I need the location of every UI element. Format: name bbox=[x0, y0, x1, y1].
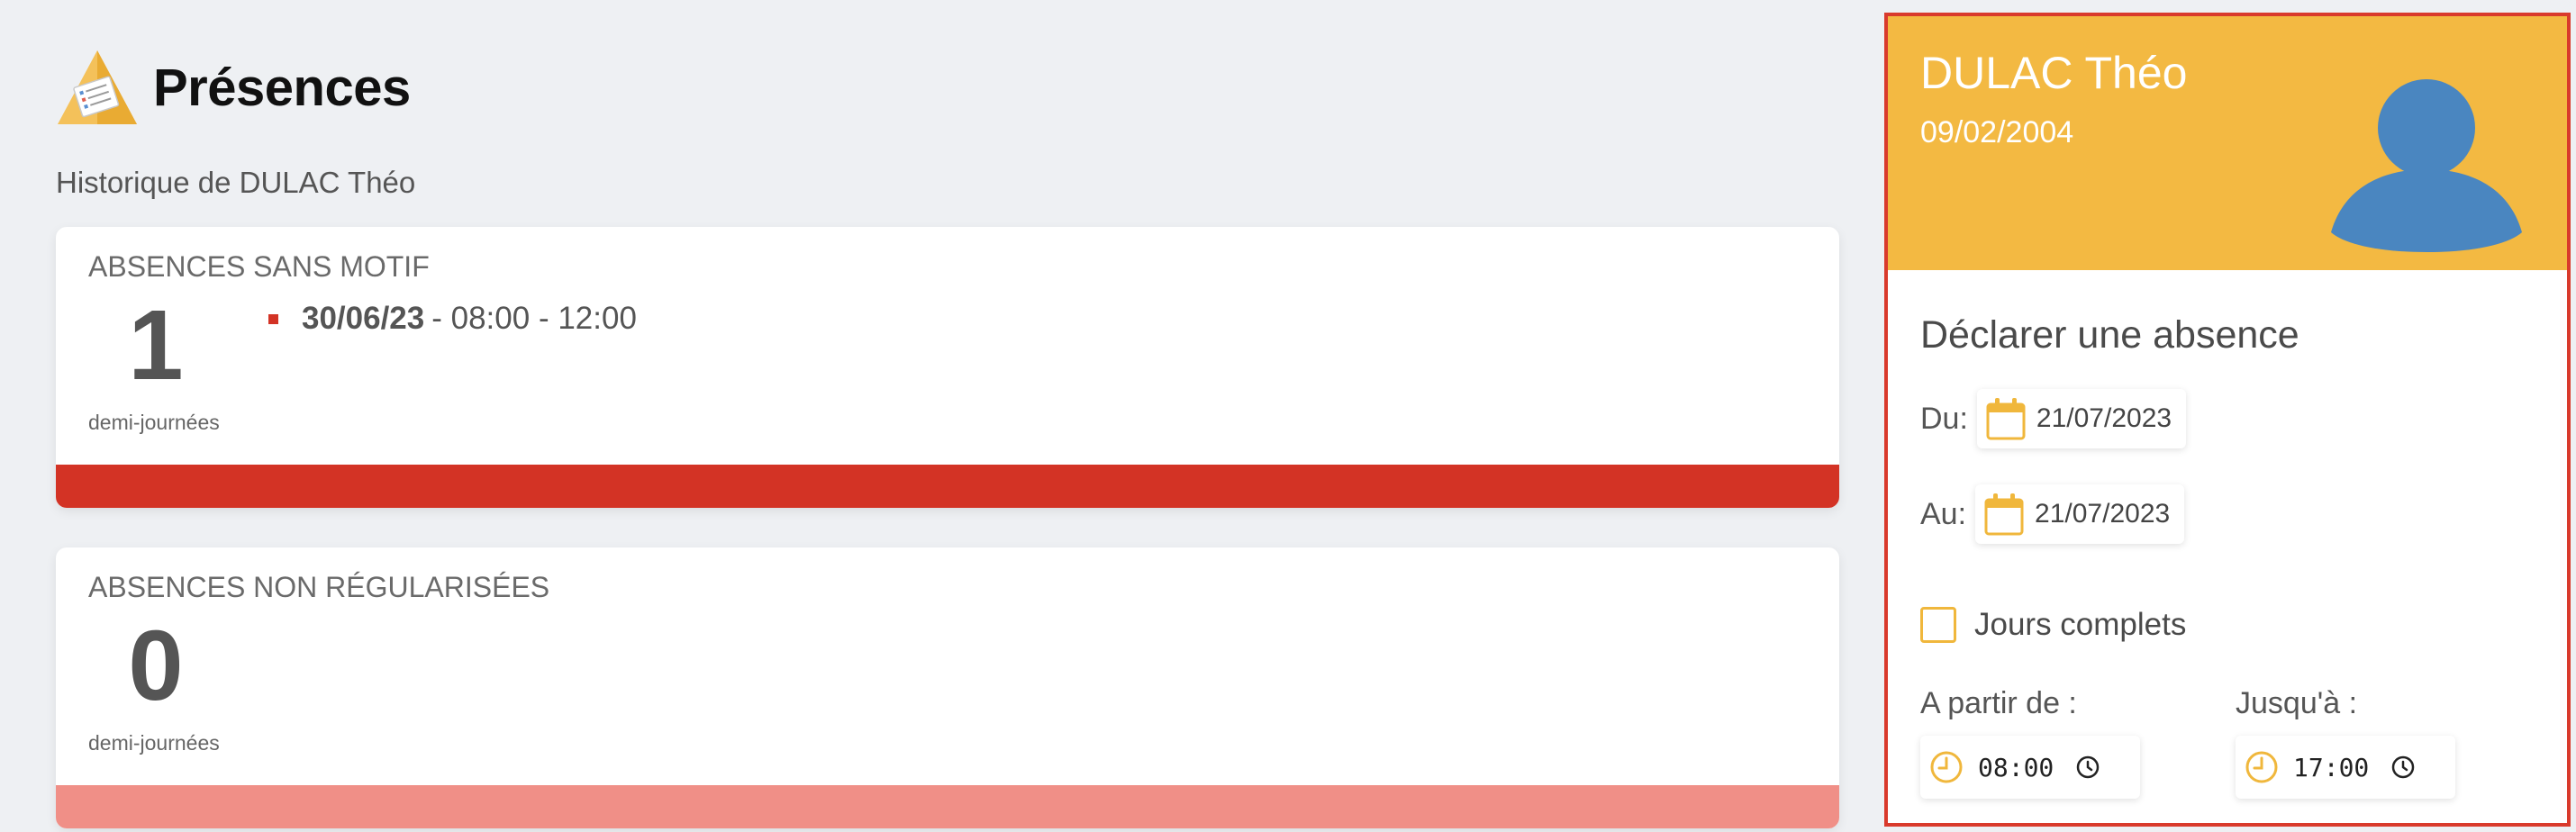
calendar-icon bbox=[1986, 398, 2026, 440]
absence-count: 0 bbox=[128, 610, 184, 721]
card-status-bar bbox=[56, 465, 1839, 508]
card-title: ABSENCES NON RÉGULARISÉES bbox=[88, 571, 550, 603]
full-days-checkbox[interactable] bbox=[1920, 607, 1956, 643]
avatar-icon bbox=[2331, 79, 2522, 252]
absence-list: 30/06/23 - 08:00 - 12:00 bbox=[268, 301, 637, 337]
full-days-label[interactable]: Jours complets bbox=[1974, 607, 2186, 643]
card-status-bar bbox=[56, 785, 1839, 828]
end-time-value: 17:00 bbox=[2293, 752, 2370, 782]
end-time-label: Jusqu'à : bbox=[2236, 686, 2358, 720]
to-date-row: Au: 21/07/2023 bbox=[1920, 484, 2185, 544]
start-time-value: 08:00 bbox=[1978, 752, 2054, 782]
page-title: Présences bbox=[153, 58, 411, 117]
to-date-value: 21/07/2023 bbox=[2035, 499, 2171, 529]
from-date-value: 21/07/2023 bbox=[2036, 403, 2172, 433]
start-time-label: A partir de : bbox=[1920, 686, 2077, 720]
card-title: ABSENCES SANS MOTIF bbox=[88, 250, 430, 283]
start-time-input[interactable]: 08:00 bbox=[1920, 736, 2140, 799]
full-days-row[interactable]: Jours complets bbox=[1920, 607, 2186, 643]
bullet-icon bbox=[268, 313, 278, 324]
clock-icon bbox=[2245, 751, 2278, 783]
absence-time-range: - 08:00 - 12:00 bbox=[431, 301, 637, 336]
from-label: Du: bbox=[1920, 401, 1968, 436]
student-birthdate: 09/02/2004 bbox=[1920, 115, 2074, 149]
absence-count: 1 bbox=[128, 290, 184, 401]
history-label: Historique de DULAC Théo bbox=[56, 166, 416, 199]
clock-icon bbox=[1930, 751, 1963, 783]
absences-unregularized-card[interactable]: ABSENCES NON RÉGULARISÉES 0 demi-journée… bbox=[56, 547, 1839, 828]
declare-absence-title: Déclarer une absence bbox=[1920, 313, 2299, 357]
student-panel: DULAC Théo 09/02/2004 Déclarer une absen… bbox=[1884, 13, 2571, 827]
end-time-block: Jusqu'à : 17:00 bbox=[2236, 686, 2455, 799]
from-date-picker[interactable]: 21/07/2023 bbox=[1976, 389, 2187, 448]
student-name: DULAC Théo bbox=[1920, 48, 2188, 98]
page-header: Présences bbox=[54, 47, 411, 128]
end-time-input[interactable]: 17:00 bbox=[2236, 736, 2455, 799]
absences-unjustified-card[interactable]: ABSENCES SANS MOTIF 1 demi-journées 30/0… bbox=[56, 227, 1839, 508]
to-date-picker[interactable]: 21/07/2023 bbox=[1975, 484, 2185, 544]
attendance-logo-icon bbox=[58, 50, 137, 124]
start-time-block: A partir de : 08:00 bbox=[1920, 686, 2140, 799]
time-picker-clock-icon[interactable] bbox=[2075, 755, 2100, 780]
from-date-row: Du: 21/07/2023 bbox=[1920, 389, 2187, 448]
absence-date: 30/06/23 bbox=[302, 301, 425, 336]
time-picker-clock-icon[interactable] bbox=[2390, 755, 2416, 780]
absence-entry[interactable]: 30/06/23 - 08:00 - 12:00 bbox=[268, 301, 637, 337]
count-unit: demi-journées bbox=[88, 731, 220, 755]
student-header: DULAC Théo 09/02/2004 bbox=[1888, 16, 2567, 270]
to-label: Au: bbox=[1920, 496, 1967, 531]
count-unit: demi-journées bbox=[88, 411, 220, 434]
calendar-icon bbox=[1984, 493, 2024, 536]
